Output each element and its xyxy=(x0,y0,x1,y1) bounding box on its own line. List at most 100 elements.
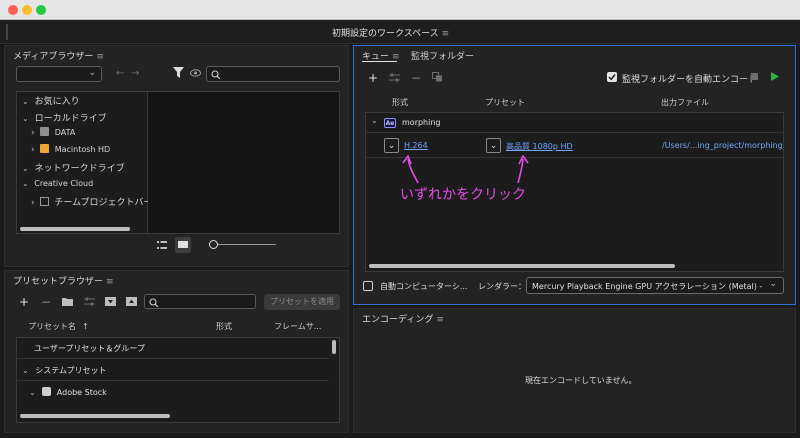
drive-icon xyxy=(40,144,50,153)
forward-arrow-icon[interactable]: → xyxy=(131,69,139,79)
encoding-title[interactable]: エンコーディング ≡ xyxy=(362,312,444,325)
zoom-window-button[interactable] xyxy=(36,5,46,15)
annotation-arrows xyxy=(402,155,529,184)
tree-divider xyxy=(147,92,148,233)
back-arrow-icon[interactable]: ← xyxy=(116,69,124,79)
preset-row-label: システムプリセット xyxy=(35,366,107,375)
encoding-status: 現在エンコードしていません。 xyxy=(525,376,637,385)
preset-browser-title[interactable]: プリセットブラウザー ≡ xyxy=(13,274,114,287)
encoding-title-text: エンコーディング xyxy=(362,315,434,325)
preset-browser-title-text: プリセットブラウザー xyxy=(13,277,104,287)
tree-item-data[interactable]: › DATA xyxy=(31,127,75,138)
preset-search-input[interactable] xyxy=(144,294,256,309)
format-link[interactable]: H.264 xyxy=(404,141,428,150)
new-group-icon[interactable] xyxy=(62,297,73,306)
workspace-bar: 初期設定のワークスペース ≡ xyxy=(0,20,800,44)
minimize-window-button[interactable] xyxy=(22,5,32,15)
preset-row-user[interactable]: ユーザープリセット＆グループ xyxy=(17,338,329,359)
chevron-down-icon: ⌄ xyxy=(88,68,96,78)
active-tab-indicator xyxy=(362,61,397,62)
tree-item-macintosh-hd[interactable]: › Macintosh HD xyxy=(31,144,110,155)
chevron-down-icon: ⌄ xyxy=(22,179,29,188)
column-output[interactable]: 出力ファイル xyxy=(661,97,709,108)
team-project-icon xyxy=(40,197,50,206)
tree-item-label: DATA xyxy=(54,128,76,137)
chevron-down-icon[interactable]: ⌄ xyxy=(371,117,378,125)
chevron-down-icon: ⌄ xyxy=(489,140,498,151)
chevron-down-icon: ⌄ xyxy=(22,97,29,106)
column-preset-name[interactable]: プリセット名 ↑ xyxy=(28,321,89,332)
tree-horizontal-scrollbar[interactable] xyxy=(20,227,130,231)
after-effects-badge: Ae xyxy=(384,118,396,128)
tree-item-local-drives[interactable]: ⌄ ローカルドライブ xyxy=(22,111,107,124)
chevron-down-icon: ⌄ xyxy=(22,366,29,375)
play-icon[interactable] xyxy=(771,72,779,81)
auto-encode-label: 監視フォルダーを自動エンコード xyxy=(622,75,758,85)
chevron-right-icon: › xyxy=(31,198,35,208)
zoom-slider-track[interactable] xyxy=(214,244,276,245)
duplicate-icon[interactable] xyxy=(432,72,443,82)
tree-item-label: お気に入り xyxy=(34,97,80,107)
workspace-title-text: 初期設定のワークスペース xyxy=(332,29,439,39)
remove-preset-icon[interactable]: − xyxy=(41,295,51,309)
media-search-input[interactable] xyxy=(206,66,340,82)
tree-item-creative-cloud[interactable]: ⌄ Creative Cloud xyxy=(22,179,93,188)
chevron-down-icon: ⌄ xyxy=(387,140,396,151)
preset-settings-icon[interactable] xyxy=(84,297,95,306)
column-format[interactable]: 形式 xyxy=(392,97,408,108)
add-source-icon[interactable]: + xyxy=(368,71,378,85)
renderer-dropdown[interactable]: Mercury Playback Engine GPU アクセラレーション (M… xyxy=(526,277,784,294)
annotation-text: いずれかをクリック xyxy=(400,187,526,203)
window-titlebar xyxy=(0,0,800,20)
export-preset-icon[interactable] xyxy=(126,297,137,306)
preset-row-adobe-stock[interactable]: ⌄ Adobe Stock xyxy=(17,382,329,403)
output-file-link[interactable]: /Users/...ing_project/morphing_AME/ xyxy=(662,141,783,150)
location-dropdown[interactable]: ⌄ xyxy=(16,66,102,82)
tree-item-label: Creative Cloud xyxy=(34,179,94,188)
auto-encode-checkbox[interactable] xyxy=(607,72,617,82)
import-preset-icon[interactable] xyxy=(105,297,116,306)
drive-icon xyxy=(40,127,50,136)
settings-sliders-icon[interactable] xyxy=(389,73,400,82)
apply-preset-button[interactable]: プリセットを適用 xyxy=(264,294,340,310)
tree-item-label: Macintosh HD xyxy=(54,145,111,154)
tree-item-network-drives[interactable]: ⌄ ネットワークドライブ xyxy=(22,161,125,174)
tree-item-team-projects[interactable]: › チームプロジェクトバージョ xyxy=(31,195,148,208)
tab-watch-folders[interactable]: 監視フォルダー xyxy=(411,49,474,62)
tree-item-label: ネットワークドライブ xyxy=(34,164,125,174)
preset-horizontal-scrollbar[interactable] xyxy=(20,414,170,418)
renderer-dropdown-value: Mercury Playback Engine GPU アクセラレーション (M… xyxy=(532,282,764,291)
zoom-slider-handle[interactable] xyxy=(209,240,218,249)
close-window-button[interactable] xyxy=(8,5,18,15)
media-preview-area xyxy=(148,92,339,233)
drag-handle xyxy=(6,24,8,40)
encoding-panel xyxy=(353,308,796,433)
workspace-title[interactable]: 初期設定のワークスペース ≡ xyxy=(332,26,449,39)
column-preset[interactable]: プリセット xyxy=(485,97,525,108)
preset-row-label: Adobe Stock xyxy=(56,388,107,397)
preset-dropdown-button[interactable]: ⌄ xyxy=(486,138,501,153)
stop-icon[interactable] xyxy=(751,73,758,80)
checkmark-icon xyxy=(608,74,616,81)
icon-view-button[interactable] xyxy=(175,237,191,253)
chevron-right-icon: › xyxy=(31,145,35,155)
queue-horizontal-scrollbar[interactable] xyxy=(369,264,675,268)
preset-row-system[interactable]: ⌄ システムプリセット xyxy=(17,360,329,381)
renderer-label: レンダラー： xyxy=(478,282,526,291)
format-dropdown-button[interactable]: ⌄ xyxy=(384,138,399,153)
add-preset-icon[interactable]: + xyxy=(19,295,29,309)
column-preset-format[interactable]: 形式 xyxy=(216,321,232,332)
tree-item-favorites[interactable]: ⌄ お気に入り xyxy=(22,94,80,107)
chevron-down-icon: ⌄ xyxy=(29,388,36,397)
preset-vertical-scrollbar[interactable] xyxy=(332,340,336,354)
filter-icon[interactable] xyxy=(173,67,184,79)
eye-icon[interactable] xyxy=(190,69,201,77)
column-frame-size[interactable]: フレームサ... xyxy=(274,321,321,332)
list-view-icon[interactable] xyxy=(157,241,167,250)
remove-icon[interactable]: − xyxy=(411,71,421,85)
media-browser-title[interactable]: メディアブラウザー ≡ xyxy=(13,49,104,62)
preset-link[interactable]: 高品質 1080p HD xyxy=(506,141,573,152)
menu-icon: ≡ xyxy=(436,315,444,325)
icon-view-icon xyxy=(178,241,188,248)
auto-start-checkbox[interactable] xyxy=(363,281,373,291)
